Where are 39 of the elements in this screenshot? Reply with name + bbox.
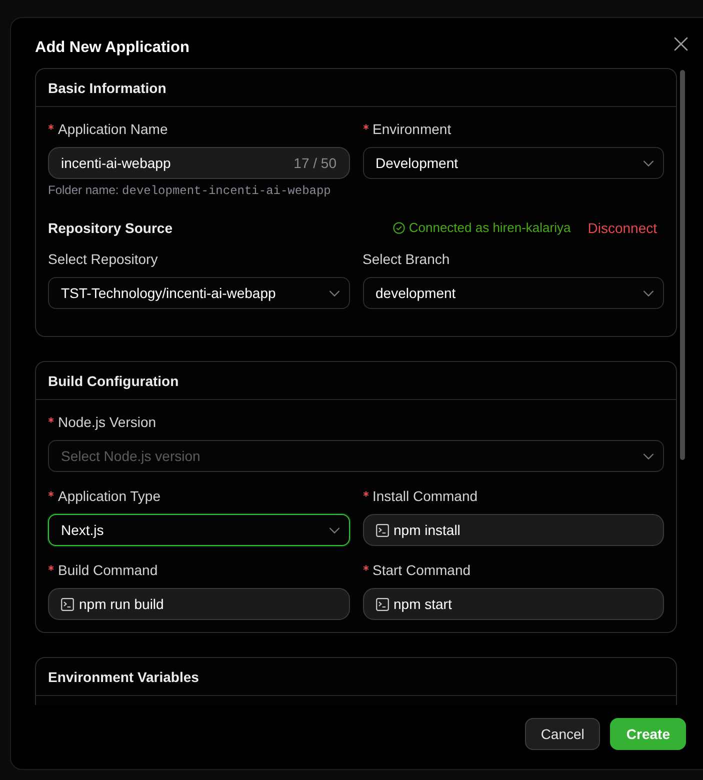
select-field[interactable]: Development xyxy=(362,147,664,179)
subsection-title: Repository Source xyxy=(48,219,172,238)
folder-name-hint: Folder name: development-incenti-ai-webapp xyxy=(48,183,332,198)
field-label: Build Command xyxy=(58,561,158,580)
section-title: Basic Information xyxy=(48,78,166,98)
scrollbar-thumb[interactable] xyxy=(680,70,685,460)
chevron-down-icon xyxy=(643,290,654,296)
check-circle-icon xyxy=(392,222,405,234)
field-label: Start Command xyxy=(372,561,471,580)
field-label: Application Name xyxy=(58,120,168,139)
secondary-button[interactable]: Cancel xyxy=(524,718,600,750)
close-button[interactable] xyxy=(674,37,688,51)
select-field[interactable]: development xyxy=(362,277,664,309)
disconnect-link[interactable]: Disconnect xyxy=(588,218,657,238)
field-label: Select Repository xyxy=(48,250,158,269)
chevron-down-icon xyxy=(643,160,654,166)
field-label: Application Type xyxy=(58,487,160,506)
dialog-title: Add New Application xyxy=(35,38,190,58)
section-title: Build Configuration xyxy=(48,372,179,390)
close-icon xyxy=(674,37,688,51)
command-input[interactable]: npm install xyxy=(362,514,664,546)
field-label: Node.js Version xyxy=(58,413,156,432)
select-field[interactable]: Next.js xyxy=(48,514,350,546)
chevron-down-icon xyxy=(643,452,654,460)
connection-status: Connected as hiren-kalariya xyxy=(408,219,571,237)
select-field[interactable]: TST-Technology/incenti-ai-webapp xyxy=(48,277,350,309)
field-label: Install Command xyxy=(372,487,478,506)
terminal-icon xyxy=(376,598,388,610)
command-input[interactable]: npm start xyxy=(362,588,664,620)
field-label: Environment xyxy=(372,120,452,139)
terminal-icon xyxy=(376,524,388,536)
command-input[interactable]: npm run build xyxy=(48,588,350,620)
field-label: Select Branch xyxy=(362,250,450,269)
character-counter: 17 / 50 xyxy=(294,155,336,171)
chevron-down-icon xyxy=(328,290,340,296)
text-input[interactable]: incenti-ai-webapp 17 / 50 xyxy=(48,147,350,179)
terminal-icon xyxy=(61,598,74,610)
section-title: Environment Variables xyxy=(48,668,199,686)
chevron-down-icon xyxy=(328,526,340,534)
